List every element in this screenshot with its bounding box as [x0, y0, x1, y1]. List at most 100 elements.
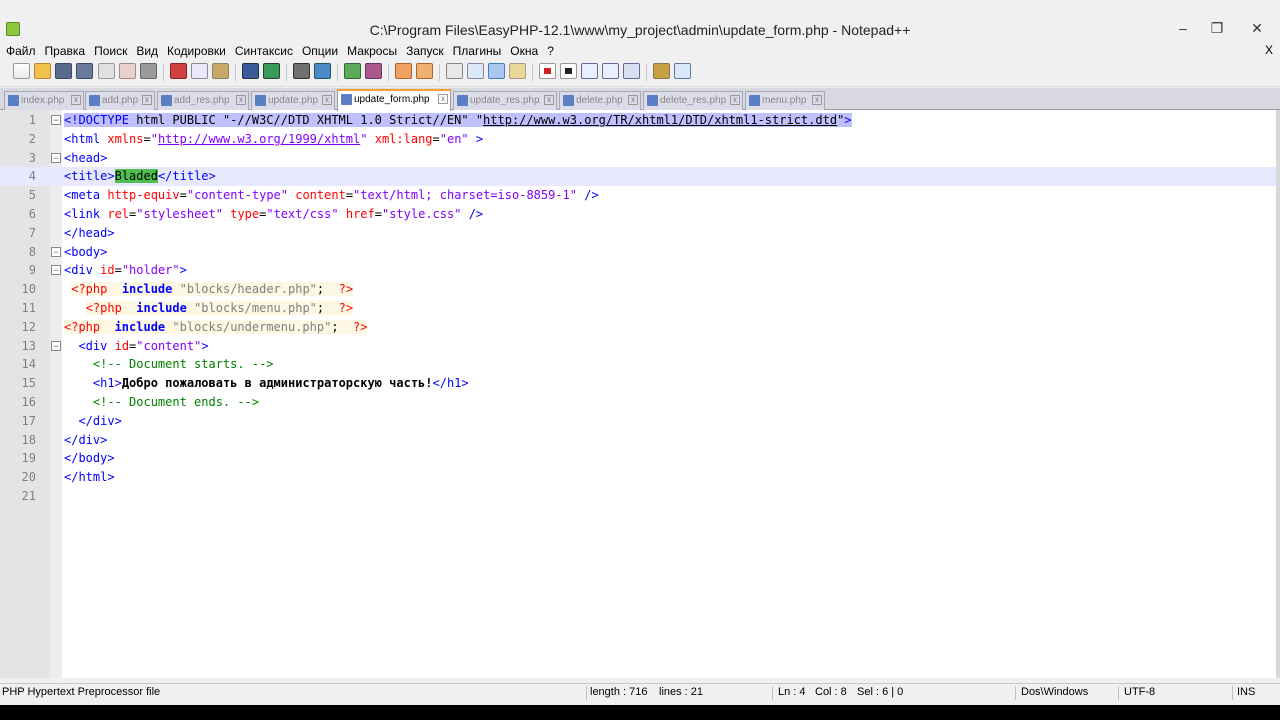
indent-guide-icon[interactable]: [488, 63, 505, 79]
code-line[interactable]: 6 <link rel="stylesheet" type="text/css" …: [0, 205, 1276, 224]
minimize-button[interactable]: –: [1166, 18, 1200, 40]
code-line[interactable]: 4 <title>Bladed</title>: [0, 167, 1276, 187]
tab-delete-php[interactable]: delete.php x: [559, 91, 641, 110]
fold-toggle-icon[interactable]: −: [51, 340, 61, 351]
status-encoding[interactable]: UTF-8: [1124, 686, 1155, 698]
tab-close-icon[interactable]: x: [322, 95, 332, 105]
tab-menu-php[interactable]: menu.php x: [745, 91, 825, 110]
redo-icon[interactable]: [263, 63, 280, 79]
new-file-icon[interactable]: [13, 63, 30, 79]
menu-plugins[interactable]: Плагины: [449, 44, 507, 58]
code-line[interactable]: 3 − <head>: [0, 149, 1276, 168]
sync-vertical-icon[interactable]: [395, 63, 412, 79]
tab-close-icon[interactable]: x: [544, 95, 554, 105]
close-window-button[interactable]: ✕: [1234, 18, 1280, 40]
tab-update-res-php[interactable]: update_res.php x: [453, 91, 557, 110]
copy-icon[interactable]: [191, 63, 208, 79]
tab-close-icon[interactable]: x: [812, 95, 822, 105]
tab-delete-res-php[interactable]: delete_res.php x: [643, 91, 743, 110]
find-icon[interactable]: [293, 63, 310, 79]
play-macro-icon[interactable]: [581, 63, 598, 79]
code-line[interactable]: 8 − <body>: [0, 243, 1276, 262]
show-all-chars-icon[interactable]: [467, 63, 484, 79]
zoom-out-icon[interactable]: [365, 63, 382, 79]
code-line[interactable]: 12 <?php include "blocks/undermenu.php"; …: [0, 318, 1276, 337]
tab-close-icon[interactable]: x: [438, 94, 448, 104]
code-line[interactable]: 1 − <!DOCTYPE html PUBLIC "-//W3C//DTD XHT…: [0, 111, 1276, 130]
close-all-icon[interactable]: [119, 63, 136, 79]
menu-macro[interactable]: Макросы: [343, 44, 402, 58]
record-macro-icon[interactable]: [539, 63, 556, 79]
line-number: 10: [21, 282, 36, 297]
save-icon[interactable]: [55, 63, 72, 79]
close-file-icon[interactable]: [98, 63, 115, 79]
title-bar[interactable]: C:\Program Files\EasyPHP-12.1\www\my_pro…: [0, 0, 1280, 42]
save-macro-icon[interactable]: [623, 63, 640, 79]
menu-settings[interactable]: Опции: [298, 44, 343, 58]
word-wrap-icon[interactable]: [446, 63, 463, 79]
status-eol[interactable]: Dos\Windows: [1021, 686, 1088, 698]
fold-toggle-icon[interactable]: −: [51, 265, 61, 276]
code-line[interactable]: 14 <!-- Document starts. -->: [0, 355, 1276, 374]
code-line[interactable]: 11 <?php include "blocks/menu.php"; ?>: [0, 299, 1276, 318]
code-text: <html xmlns="http://www.w3.org/1999/xhtm…: [64, 131, 484, 146]
code-line[interactable]: 5 <meta http-equiv="content-type" content…: [0, 186, 1276, 205]
code-line[interactable]: 9 − <div id="holder">: [0, 261, 1276, 280]
menu-file[interactable]: Файл: [2, 44, 41, 58]
tab-close-icon[interactable]: x: [142, 95, 152, 105]
status-insert-mode[interactable]: INS: [1237, 686, 1255, 698]
spellcheck-icon[interactable]: [674, 63, 691, 79]
line-number: 20: [21, 470, 36, 485]
code-line[interactable]: 21: [0, 487, 1276, 506]
user-language-icon[interactable]: [509, 63, 526, 79]
code-line[interactable]: 10 <?php include "blocks/header.php"; ?>: [0, 280, 1276, 299]
menu-run[interactable]: Запуск: [402, 44, 449, 58]
tab-update-form-php[interactable]: update_form.php x: [337, 89, 451, 111]
fold-toggle-icon[interactable]: −: [51, 115, 61, 125]
code-line[interactable]: 17 </div>: [0, 412, 1276, 431]
save-all-icon[interactable]: [76, 63, 93, 79]
menu-language[interactable]: Синтаксис: [231, 44, 298, 58]
php-file-icon: [8, 95, 19, 106]
tab-close-icon[interactable]: x: [628, 95, 638, 105]
tab-add-php[interactable]: add.php x: [85, 91, 155, 110]
menu-search[interactable]: Поиск: [90, 44, 132, 58]
code-line[interactable]: 2 <html xmlns="http://www.w3.org/1999/xht…: [0, 130, 1276, 149]
menu-help[interactable]: ?: [543, 44, 559, 58]
zoom-in-icon[interactable]: [344, 63, 361, 79]
code-line[interactable]: 7 </head>: [0, 224, 1276, 243]
undo-icon[interactable]: [242, 63, 259, 79]
code-editor[interactable]: 1− <!DOCTYPE html PUBLIC "-//W3C//DTD XHT…: [0, 110, 1280, 678]
code-line[interactable]: 18 </div>: [0, 431, 1276, 450]
fold-toggle-icon[interactable]: −: [51, 246, 61, 257]
close-document-button[interactable]: X: [1265, 43, 1273, 57]
code-line[interactable]: 13 − <div id="content">: [0, 337, 1276, 356]
open-file-icon[interactable]: [34, 63, 51, 79]
paste-icon[interactable]: [212, 63, 229, 79]
launch-browser-icon[interactable]: [653, 63, 670, 79]
php-file-icon: [89, 95, 100, 106]
code-line[interactable]: 15 <h1>Добро пожаловать в администраторс…: [0, 374, 1276, 393]
play-macro-multiple-icon[interactable]: [602, 63, 619, 79]
tab-close-icon[interactable]: x: [71, 95, 81, 105]
tab-close-icon[interactable]: x: [236, 95, 246, 105]
sync-horizontal-icon[interactable]: [416, 63, 433, 79]
tab-close-icon[interactable]: x: [730, 95, 740, 105]
code-line[interactable]: 19 </body>: [0, 449, 1276, 468]
restore-button[interactable]: ❐: [1200, 18, 1234, 40]
menu-encoding[interactable]: Кодировки: [163, 44, 231, 58]
vertical-scrollbar[interactable]: [1276, 110, 1280, 678]
tab-add-res-php[interactable]: add_res.php x: [157, 91, 249, 110]
menu-view[interactable]: Вид: [132, 44, 163, 58]
stop-macro-icon[interactable]: [560, 63, 577, 79]
fold-toggle-icon[interactable]: −: [51, 152, 61, 163]
replace-icon[interactable]: [314, 63, 331, 79]
print-icon[interactable]: [140, 63, 157, 79]
code-line[interactable]: 20 </html>: [0, 468, 1276, 487]
tab-update-php[interactable]: update.php x: [251, 91, 335, 110]
menu-edit[interactable]: Правка: [41, 44, 91, 58]
cut-icon[interactable]: [170, 63, 187, 79]
menu-window[interactable]: Окна: [506, 44, 543, 58]
code-line[interactable]: 16 <!-- Document ends. -->: [0, 393, 1276, 412]
tab-index-php[interactable]: index.php x: [4, 91, 84, 110]
